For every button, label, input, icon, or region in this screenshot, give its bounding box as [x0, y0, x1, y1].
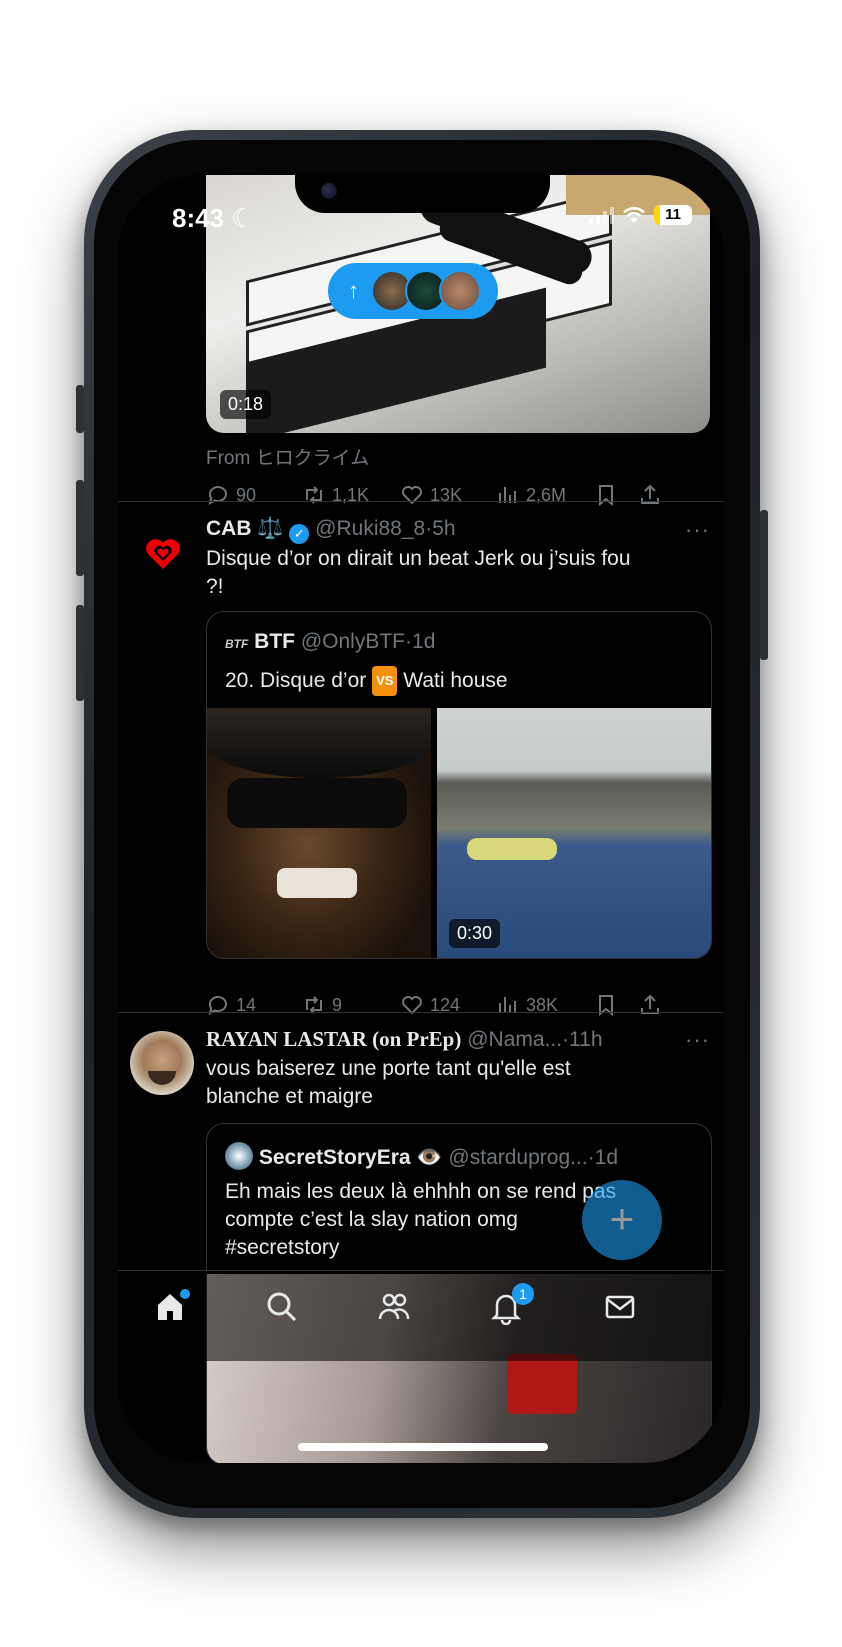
divider: [118, 501, 724, 502]
quoted-post[interactable]: BTF BTF @OnlyBTF·1d 20. Disque d’or VS W…: [206, 611, 712, 959]
bookmark-icon: [599, 995, 613, 1017]
reply-button[interactable]: 90: [206, 483, 256, 507]
new-posts-pill[interactable]: ↑: [328, 263, 498, 319]
communities-icon: [378, 1293, 410, 1320]
tab-bar: 1: [118, 1270, 724, 1361]
status-bar: 8:43 ☾ 11: [118, 203, 724, 233]
post-text: vous baiserez une porte tant qu'elle est…: [206, 1057, 571, 1108]
video-source[interactable]: From ヒロクライム: [206, 443, 369, 470]
share-icon: [641, 484, 659, 504]
reply-icon: [208, 486, 227, 505]
home-indicator[interactable]: [298, 1443, 548, 1451]
post1-actions: 90 1,1K 13K 2,6M: [206, 483, 710, 513]
bookmark-button[interactable]: [594, 483, 618, 507]
vs-badge: VS: [372, 666, 398, 696]
share-button[interactable]: [638, 483, 662, 507]
mute-switch: [76, 385, 84, 433]
bookmark-icon: [599, 485, 613, 507]
reply-icon: [208, 996, 227, 1015]
more-icon[interactable]: ···: [685, 1027, 710, 1053]
compose-button[interactable]: +: [582, 1180, 662, 1260]
repost-icon: [306, 486, 322, 504]
tab-notifications[interactable]: 1: [488, 1283, 534, 1333]
share-button[interactable]: [638, 993, 662, 1017]
avatar: BTF: [225, 637, 249, 651]
divider: [118, 1012, 724, 1013]
quote-media-left[interactable]: [207, 708, 431, 958]
tab-messages[interactable]: [602, 1289, 646, 1333]
post-text: Disque d’or on dirait un beat Jerk ou j’…: [206, 547, 631, 598]
signal-icon: [589, 206, 614, 224]
post3-header: RAYAN LASTAR (on PrEp) @Nama...·11h: [206, 1027, 603, 1051]
display-name[interactable]: CAB ⚖️: [206, 517, 283, 540]
like-icon: [402, 486, 422, 505]
views-icon: [499, 487, 516, 503]
timestamp[interactable]: 11h: [569, 1028, 602, 1051]
status-time: 8:43 ☾: [172, 203, 255, 233]
screen: 8:43 ☾ 11 0:18 ↑ From ヒロクライム 90 1,1K 13K…: [118, 175, 724, 1463]
repost-button[interactable]: 9: [302, 993, 342, 1017]
search-icon: [267, 1292, 297, 1322]
repost-button[interactable]: 1,1K: [302, 483, 369, 507]
power-button: [760, 510, 768, 660]
timestamp[interactable]: 5h: [432, 517, 455, 540]
like-icon: [402, 996, 422, 1015]
views-icon: [499, 997, 516, 1013]
front-camera: [321, 183, 337, 199]
quote-header: SecretStoryEra 👁️ @starduprog...·1d: [225, 1142, 618, 1170]
like-button[interactable]: 13K: [400, 483, 462, 507]
moon-icon: ☾: [231, 203, 255, 233]
post2-header: CAB ⚖️ ✓ @Ruki88_8·5h: [206, 517, 456, 544]
verified-icon: ✓: [289, 524, 310, 544]
tab-communities[interactable]: [376, 1289, 420, 1333]
wifi-icon: [623, 207, 645, 223]
heart-icon: [146, 539, 180, 569]
quote-text: 20. Disque d’or VS Wati house: [225, 666, 645, 696]
share-icon: [641, 994, 659, 1014]
tab-search[interactable]: [264, 1289, 308, 1333]
volume-up-button: [76, 480, 84, 576]
avatar[interactable]: [130, 1031, 194, 1095]
video-duration: 0:18: [220, 390, 272, 419]
battery-icon: 11: [654, 205, 692, 225]
arrow-up-icon: ↑: [348, 278, 359, 303]
volume-down-button: [76, 605, 84, 701]
reply-button[interactable]: 14: [206, 993, 256, 1017]
notifications-badge: 1: [512, 1283, 534, 1305]
post2-actions: 14 9 124 38K: [206, 993, 710, 1023]
repost-icon: [306, 996, 322, 1014]
quote-media-right[interactable]: 0:30: [437, 708, 711, 958]
handle[interactable]: @Nama...: [467, 1028, 562, 1051]
bookmark-button[interactable]: [594, 993, 618, 1017]
avatar: [439, 270, 481, 312]
messages-icon: [605, 1295, 635, 1319]
quote-text: Eh mais les deux là ehhhh on se rend pas…: [225, 1180, 617, 1259]
views-button[interactable]: 38K: [496, 993, 558, 1017]
handle[interactable]: @Ruki88_8: [315, 517, 425, 540]
views-button[interactable]: 2,6M: [496, 483, 566, 507]
quote-header: BTF BTF @OnlyBTF·1d: [225, 630, 436, 653]
more-icon[interactable]: ···: [685, 517, 710, 543]
avatar: [225, 1142, 253, 1170]
avatar[interactable]: [142, 533, 184, 575]
unread-dot: [180, 1289, 190, 1299]
tab-home[interactable]: [152, 1289, 196, 1333]
video-duration: 0:30: [449, 919, 501, 948]
display-name[interactable]: RAYAN LASTAR (on PrEp): [206, 1027, 461, 1051]
like-button[interactable]: 124: [400, 993, 460, 1017]
